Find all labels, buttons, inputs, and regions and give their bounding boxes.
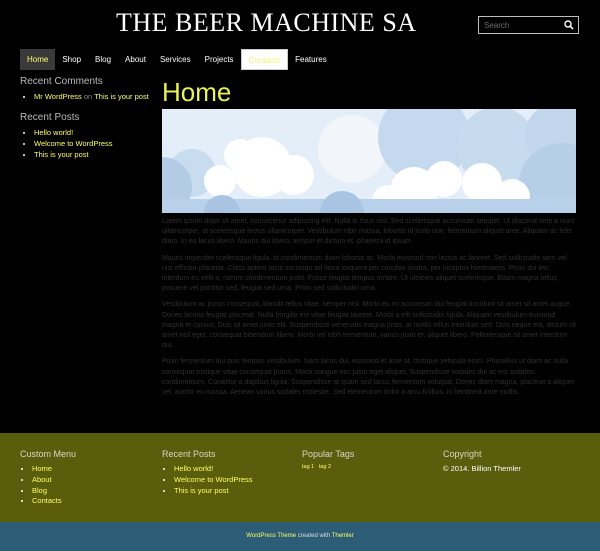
recent-comments-title: Recent Comments bbox=[20, 76, 103, 87]
list-item: About bbox=[32, 475, 76, 486]
list-item: Mr WordPress on This is your post bbox=[34, 91, 155, 102]
article-paragraph: Lorem ipsum dolor sit amet, consectetur … bbox=[162, 218, 576, 246]
footer-link-blog[interactable]: Blog bbox=[32, 486, 47, 495]
footer-custom-menu: Custom Menu Home About Blog Contacts bbox=[20, 449, 76, 507]
article-paragraph: Mauris imperdiet scelerisque ligula, id … bbox=[162, 254, 567, 293]
list-item: This is your post bbox=[174, 486, 253, 497]
created-with-text: created with bbox=[297, 533, 331, 539]
nav-item-shop[interactable]: Shop bbox=[55, 49, 88, 70]
comment-post-link[interactable]: This is your post bbox=[94, 92, 149, 101]
nav-item-about[interactable]: About bbox=[118, 49, 153, 70]
search-input[interactable] bbox=[479, 17, 564, 33]
post-link-welcome[interactable]: Welcome to WordPress bbox=[34, 139, 113, 148]
popular-tags-title: Popular Tags bbox=[302, 449, 355, 459]
main-content: Home Lorem ipsum dolor sit amet, consect… bbox=[162, 78, 576, 398]
footer-link-about[interactable]: About bbox=[32, 475, 52, 484]
list-item: Hello world! bbox=[34, 127, 155, 138]
tag-link[interactable]: tag 1 bbox=[302, 464, 314, 470]
recent-comments-widget: Recent Comments Mr WordPress on This is … bbox=[20, 76, 155, 102]
list-item: Contacts bbox=[32, 496, 76, 507]
themler-link[interactable]: Themler bbox=[332, 533, 354, 539]
article-paragraph: Proin fermentum dui quis tempus vestibul… bbox=[162, 358, 574, 397]
page-title: Home bbox=[162, 77, 232, 107]
list-item: Welcome to WordPress bbox=[34, 138, 155, 149]
comment-on-text: on bbox=[83, 92, 93, 101]
footer-copyright: Copyright © 2014. Billion Themler bbox=[443, 449, 521, 473]
comment-author-link[interactable]: Mr WordPress bbox=[34, 92, 82, 101]
copyright-text: © 2014. Billion Themler bbox=[443, 464, 521, 473]
footer-recent-posts: Recent Posts Hello world! Welcome to Wor… bbox=[162, 449, 253, 496]
list-item: Home bbox=[32, 464, 76, 475]
recent-posts-title: Recent Posts bbox=[20, 112, 80, 123]
footer-post-link-welcome[interactable]: Welcome to WordPress bbox=[174, 475, 253, 484]
nav-item-home[interactable]: Home bbox=[20, 49, 56, 70]
custom-menu-list: Home About Blog Contacts bbox=[20, 464, 76, 507]
bottom-bar: WordPress Theme created with Themler bbox=[0, 522, 600, 551]
copyright-title: Copyright bbox=[443, 449, 482, 459]
footer-popular-tags: Popular Tags tag 1 tag 2 bbox=[302, 449, 354, 470]
recent-posts-list: Hello world! Welcome to WordPress This i… bbox=[20, 127, 155, 160]
list-item: Welcome to WordPress bbox=[174, 475, 253, 486]
footer-post-link-hello[interactable]: Hello world! bbox=[174, 464, 213, 473]
site-footer: Custom Menu Home About Blog Contacts Rec… bbox=[0, 433, 600, 522]
article-body: Lorem ipsum dolor sit amet, consectetur … bbox=[162, 217, 576, 398]
tag-link[interactable]: tag 2 bbox=[319, 464, 331, 470]
nav-item-features[interactable]: Features bbox=[288, 49, 334, 70]
list-item: This is your post bbox=[34, 149, 155, 160]
footer-post-link-your-post[interactable]: This is your post bbox=[174, 486, 229, 495]
search-box bbox=[478, 16, 579, 34]
footer-link-contacts[interactable]: Contacts bbox=[32, 496, 62, 505]
nav-item-services[interactable]: Services bbox=[153, 49, 198, 70]
nav-item-projects[interactable]: Projects bbox=[198, 49, 241, 70]
recent-posts-widget: Recent Posts Hello world! Welcome to Wor… bbox=[20, 112, 155, 160]
footer-link-home[interactable]: Home bbox=[32, 464, 52, 473]
wordpress-theme-link[interactable]: WordPress Theme bbox=[246, 533, 296, 539]
footer-recent-posts-title: Recent Posts bbox=[162, 449, 216, 459]
list-item: Blog bbox=[32, 486, 76, 497]
recent-comments-list: Mr WordPress on This is your post bbox=[20, 91, 155, 102]
tag-cloud: tag 1 tag 2 bbox=[302, 464, 354, 470]
post-link-your-post[interactable]: This is your post bbox=[34, 150, 89, 159]
hero-image bbox=[162, 109, 576, 213]
post-link-hello[interactable]: Hello world! bbox=[34, 128, 73, 137]
nav-item-blog[interactable]: Blog bbox=[88, 49, 118, 70]
footer-recent-posts-list: Hello world! Welcome to WordPress This i… bbox=[162, 464, 253, 496]
search-icon[interactable] bbox=[562, 18, 576, 32]
custom-menu-title: Custom Menu bbox=[20, 449, 77, 459]
site-title[interactable]: THE BEER MACHINE SA bbox=[116, 8, 417, 38]
list-item: Hello world! bbox=[174, 464, 253, 475]
site-header: THE BEER MACHINE SA bbox=[0, 0, 600, 46]
article-paragraph: Vestibulum ac purus consequat, blandit t… bbox=[162, 301, 576, 350]
sidebar: Recent Comments Mr WordPress on This is … bbox=[20, 76, 155, 170]
nav-item-contacts[interactable]: Contacts bbox=[240, 49, 289, 70]
main-nav: Home Shop Blog About Services Projects C… bbox=[20, 49, 334, 70]
